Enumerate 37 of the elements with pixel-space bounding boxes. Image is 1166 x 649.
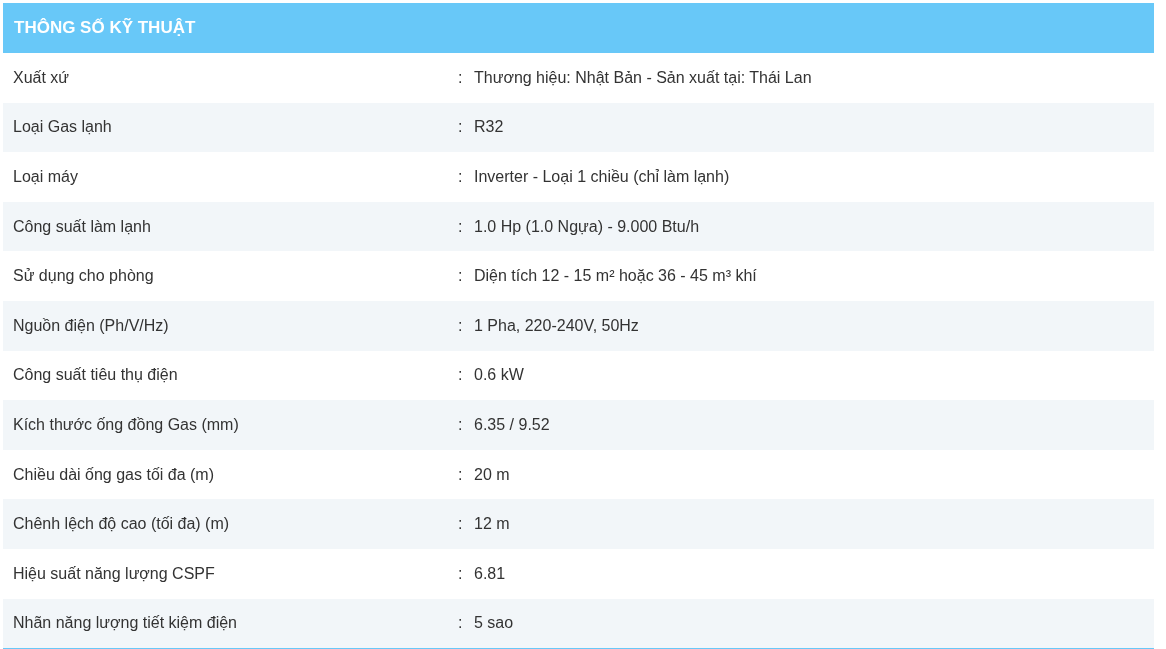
spec-value: 5 sao bbox=[474, 614, 514, 633]
spec-label: Công suất làm lạnh bbox=[12, 217, 152, 236]
separator: : bbox=[458, 267, 464, 286]
separator: : bbox=[458, 465, 464, 484]
spec-label: Nguồn điện (Ph/V/Hz) bbox=[12, 316, 170, 335]
spec-label: Chênh lệch độ cao (tối đa) (m) bbox=[12, 515, 231, 534]
separator: : bbox=[458, 614, 464, 633]
spec-value: Diện tích 12 - 15 m² hoặc 36 - 45 m³ khí bbox=[474, 267, 757, 286]
spec-label: Hiệu suất năng lượng CSPF bbox=[12, 564, 216, 583]
separator: : bbox=[458, 366, 464, 385]
spec-label: Nhãn năng lượng tiết kiệm điện bbox=[12, 614, 238, 633]
spec-label: Kích thước ống đồng Gas (mm) bbox=[12, 415, 240, 434]
spec-label: Loại Gas lạnh bbox=[12, 118, 113, 137]
separator: : bbox=[458, 118, 464, 137]
spec-label: Chiều dài ống gas tối đa (m) bbox=[12, 465, 215, 484]
separator: : bbox=[458, 515, 464, 534]
spec-value: 1 Pha, 220-240V, 50Hz bbox=[474, 316, 639, 335]
spec-value: 6.35 / 9.52 bbox=[474, 415, 550, 434]
spec-label: Sử dụng cho phòng bbox=[12, 267, 155, 286]
spec-label: Loại máy bbox=[12, 168, 79, 186]
section-header: THÔNG SỐ KỸ THUẬT bbox=[3, 3, 1154, 53]
separator: : bbox=[458, 217, 464, 236]
spec-label: Xuất xứ bbox=[12, 68, 71, 87]
spec-value: 1.0 Hp (1.0 Ngựa) - 9.000 Btu/h bbox=[474, 217, 700, 236]
spec-value: 12 m bbox=[474, 515, 510, 534]
spec-value: 20 m bbox=[474, 465, 510, 484]
spec-value: Inverter - Loại 1 chiều (chỉ làm lạnh) bbox=[474, 168, 730, 186]
separator: : bbox=[458, 564, 464, 583]
separator: : bbox=[458, 415, 464, 434]
spec-label: Công suất tiêu thụ điện bbox=[12, 366, 179, 385]
spec-value: 6.81 bbox=[474, 564, 506, 583]
separator: : bbox=[458, 68, 464, 87]
spec-value: R32 bbox=[474, 118, 504, 137]
separator: : bbox=[458, 316, 464, 335]
separator: : bbox=[458, 168, 464, 186]
spec-value: Thương hiệu: Nhật Bản - Sản xuất tại: Thái Lan bbox=[474, 68, 812, 87]
spec-value: 0.6 kW bbox=[474, 366, 524, 385]
